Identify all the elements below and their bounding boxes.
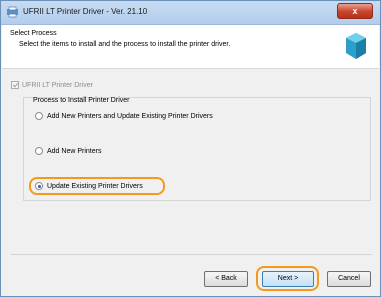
radio-add-and-update[interactable]: [35, 112, 43, 120]
cancel-button[interactable]: Cancel: [327, 271, 371, 287]
driver-component-label: UFRII LT Printer Driver: [22, 81, 93, 89]
selected-option-highlight: [29, 177, 165, 195]
radio-add-new[interactable]: [35, 147, 43, 155]
driver-component-checkbox[interactable]: [11, 81, 19, 89]
step-title: Select Process: [10, 30, 57, 37]
install-disc-icon: [346, 33, 366, 59]
option-add-and-update[interactable]: Add New Printers and Update Existing Pri…: [35, 112, 213, 120]
close-button[interactable]: x: [337, 3, 373, 19]
window-title: UFRII LT Printer Driver - Ver. 21.10: [23, 7, 148, 16]
option-add-new[interactable]: Add New Printers: [35, 147, 101, 155]
back-button[interactable]: < Back: [204, 271, 248, 287]
option-label: Add New Printers and Update Existing Pri…: [47, 112, 213, 120]
next-button-highlight: [256, 266, 319, 291]
step-description: Select the items to install and the proc…: [19, 41, 231, 48]
driver-component-row: UFRII LT Printer Driver: [11, 81, 93, 89]
printer-driver-icon: [7, 6, 18, 18]
process-group-title: Process to Install Printer Driver: [33, 97, 130, 104]
option-label: Add New Printers: [47, 147, 102, 155]
installer-window: UFRII LT Printer Driver - Ver. 21.10 x S…: [0, 0, 381, 297]
footer-divider: [11, 254, 372, 255]
wizard-header: Select Process Select the items to insta…: [2, 25, 379, 69]
title-bar: UFRII LT Printer Driver - Ver. 21.10 x: [1, 1, 380, 25]
